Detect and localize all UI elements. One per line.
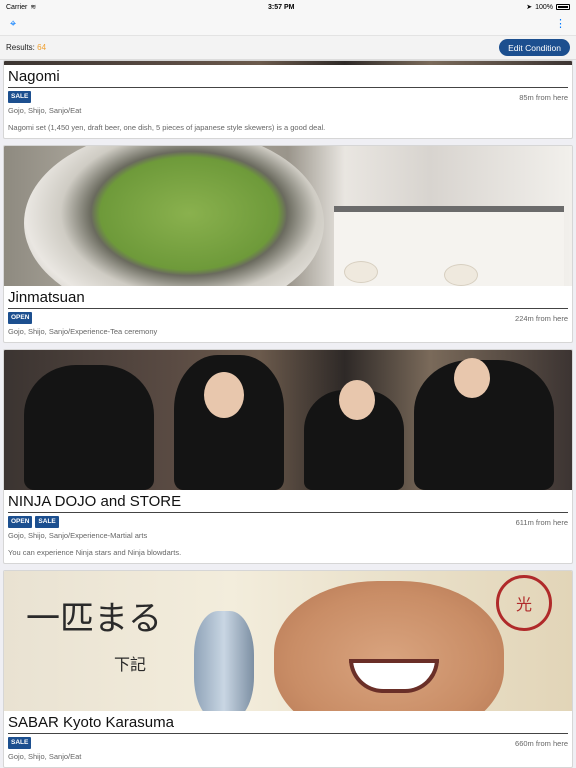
sweet-shape — [444, 264, 478, 286]
sale-badge: SALE — [35, 516, 59, 528]
distance-label: 660m from here — [515, 738, 568, 748]
card-image-sabar: 一匹まる 食べ 下記 光 — [4, 571, 572, 711]
face-shape — [454, 358, 490, 398]
stamp-logo: 光 — [496, 575, 552, 631]
results-summary: Results: 64 — [6, 43, 46, 52]
sale-badge: SALE — [8, 737, 32, 749]
category-label: Gojo, Shijo, Sanjo/Experience-Tea ceremo… — [8, 327, 158, 336]
location-arrow-icon: ➤ — [526, 4, 533, 11]
wifi-icon: ≋ — [30, 4, 37, 11]
sale-badge: SALE — [8, 91, 32, 103]
distance-label: 611m from here — [515, 517, 568, 527]
open-badge: OPEN — [8, 516, 33, 528]
face-shape — [204, 372, 244, 418]
distance-label: 224m from here — [515, 313, 568, 323]
status-time: 3:57 PM — [268, 3, 295, 11]
category-label: Gojo, Shijo, Sanjo/Eat — [8, 752, 82, 761]
card-title: SABAR Kyoto Karasuma — [8, 714, 568, 734]
carrier-label: Carrier — [6, 3, 28, 11]
description-text: Nagomi set (1,450 yen, draft beer, one d… — [8, 123, 326, 132]
battery-percent: 100% — [535, 3, 553, 11]
card-image-matcha — [4, 146, 572, 286]
card-title: NINJA DOJO and STORE — [8, 493, 568, 513]
results-label: Results: — [6, 43, 35, 52]
category-label: Gojo, Shijo, Sanjo/Experience-Martial ar… — [8, 531, 148, 540]
battery-icon — [555, 4, 570, 10]
face-shape — [339, 380, 375, 420]
ninja-figure — [24, 365, 154, 490]
open-badge: OPEN — [8, 312, 33, 324]
sign-text: 下記 — [114, 655, 147, 674]
edit-condition-button[interactable]: Edit Condition — [499, 39, 570, 56]
list-item-jinmatsuan[interactable]: Jinmatsuan OPEN 224m from here Gojo, Shi… — [3, 145, 573, 343]
results-list: Nagomi SALE 85m from here Gojo, Shijo, S… — [0, 60, 576, 768]
distance-label: 85m from here — [519, 92, 568, 102]
results-count: 64 — [37, 43, 47, 52]
results-bar: Results: 64 Edit Condition — [0, 36, 576, 60]
list-item-ninja-dojo[interactable]: NINJA DOJO and STORE OPEN SALE 611m from… — [3, 349, 573, 564]
list-item-sabar[interactable]: 一匹まる 食べ 下記 光 SABAR Kyoto Karasuma SALE 6… — [3, 570, 573, 768]
location-crosshair-icon[interactable]: ⌖ — [10, 19, 16, 30]
sweet-shape — [344, 261, 378, 283]
card-title: Jinmatsuan — [8, 289, 568, 309]
vertical-dots-icon[interactable]: ⋮ — [555, 19, 566, 30]
category-label: Gojo, Shijo, Sanjo/Eat — [8, 106, 82, 115]
status-bar: Carrier ≋ 3:57 PM ➤ 100% — [0, 0, 576, 14]
sign-text: 一匹まる — [26, 599, 162, 639]
card-image-ninja — [4, 350, 572, 490]
fish-shape — [194, 611, 254, 711]
card-image — [4, 61, 572, 65]
nav-bar: ⌖ ⋮ — [0, 14, 576, 36]
description-text: You can experience Ninja stars and Ninja… — [8, 548, 182, 557]
list-item-nagomi[interactable]: Nagomi SALE 85m from here Gojo, Shijo, S… — [3, 60, 573, 139]
matcha-bowl-shape — [24, 146, 324, 286]
card-title: Nagomi — [8, 68, 568, 88]
